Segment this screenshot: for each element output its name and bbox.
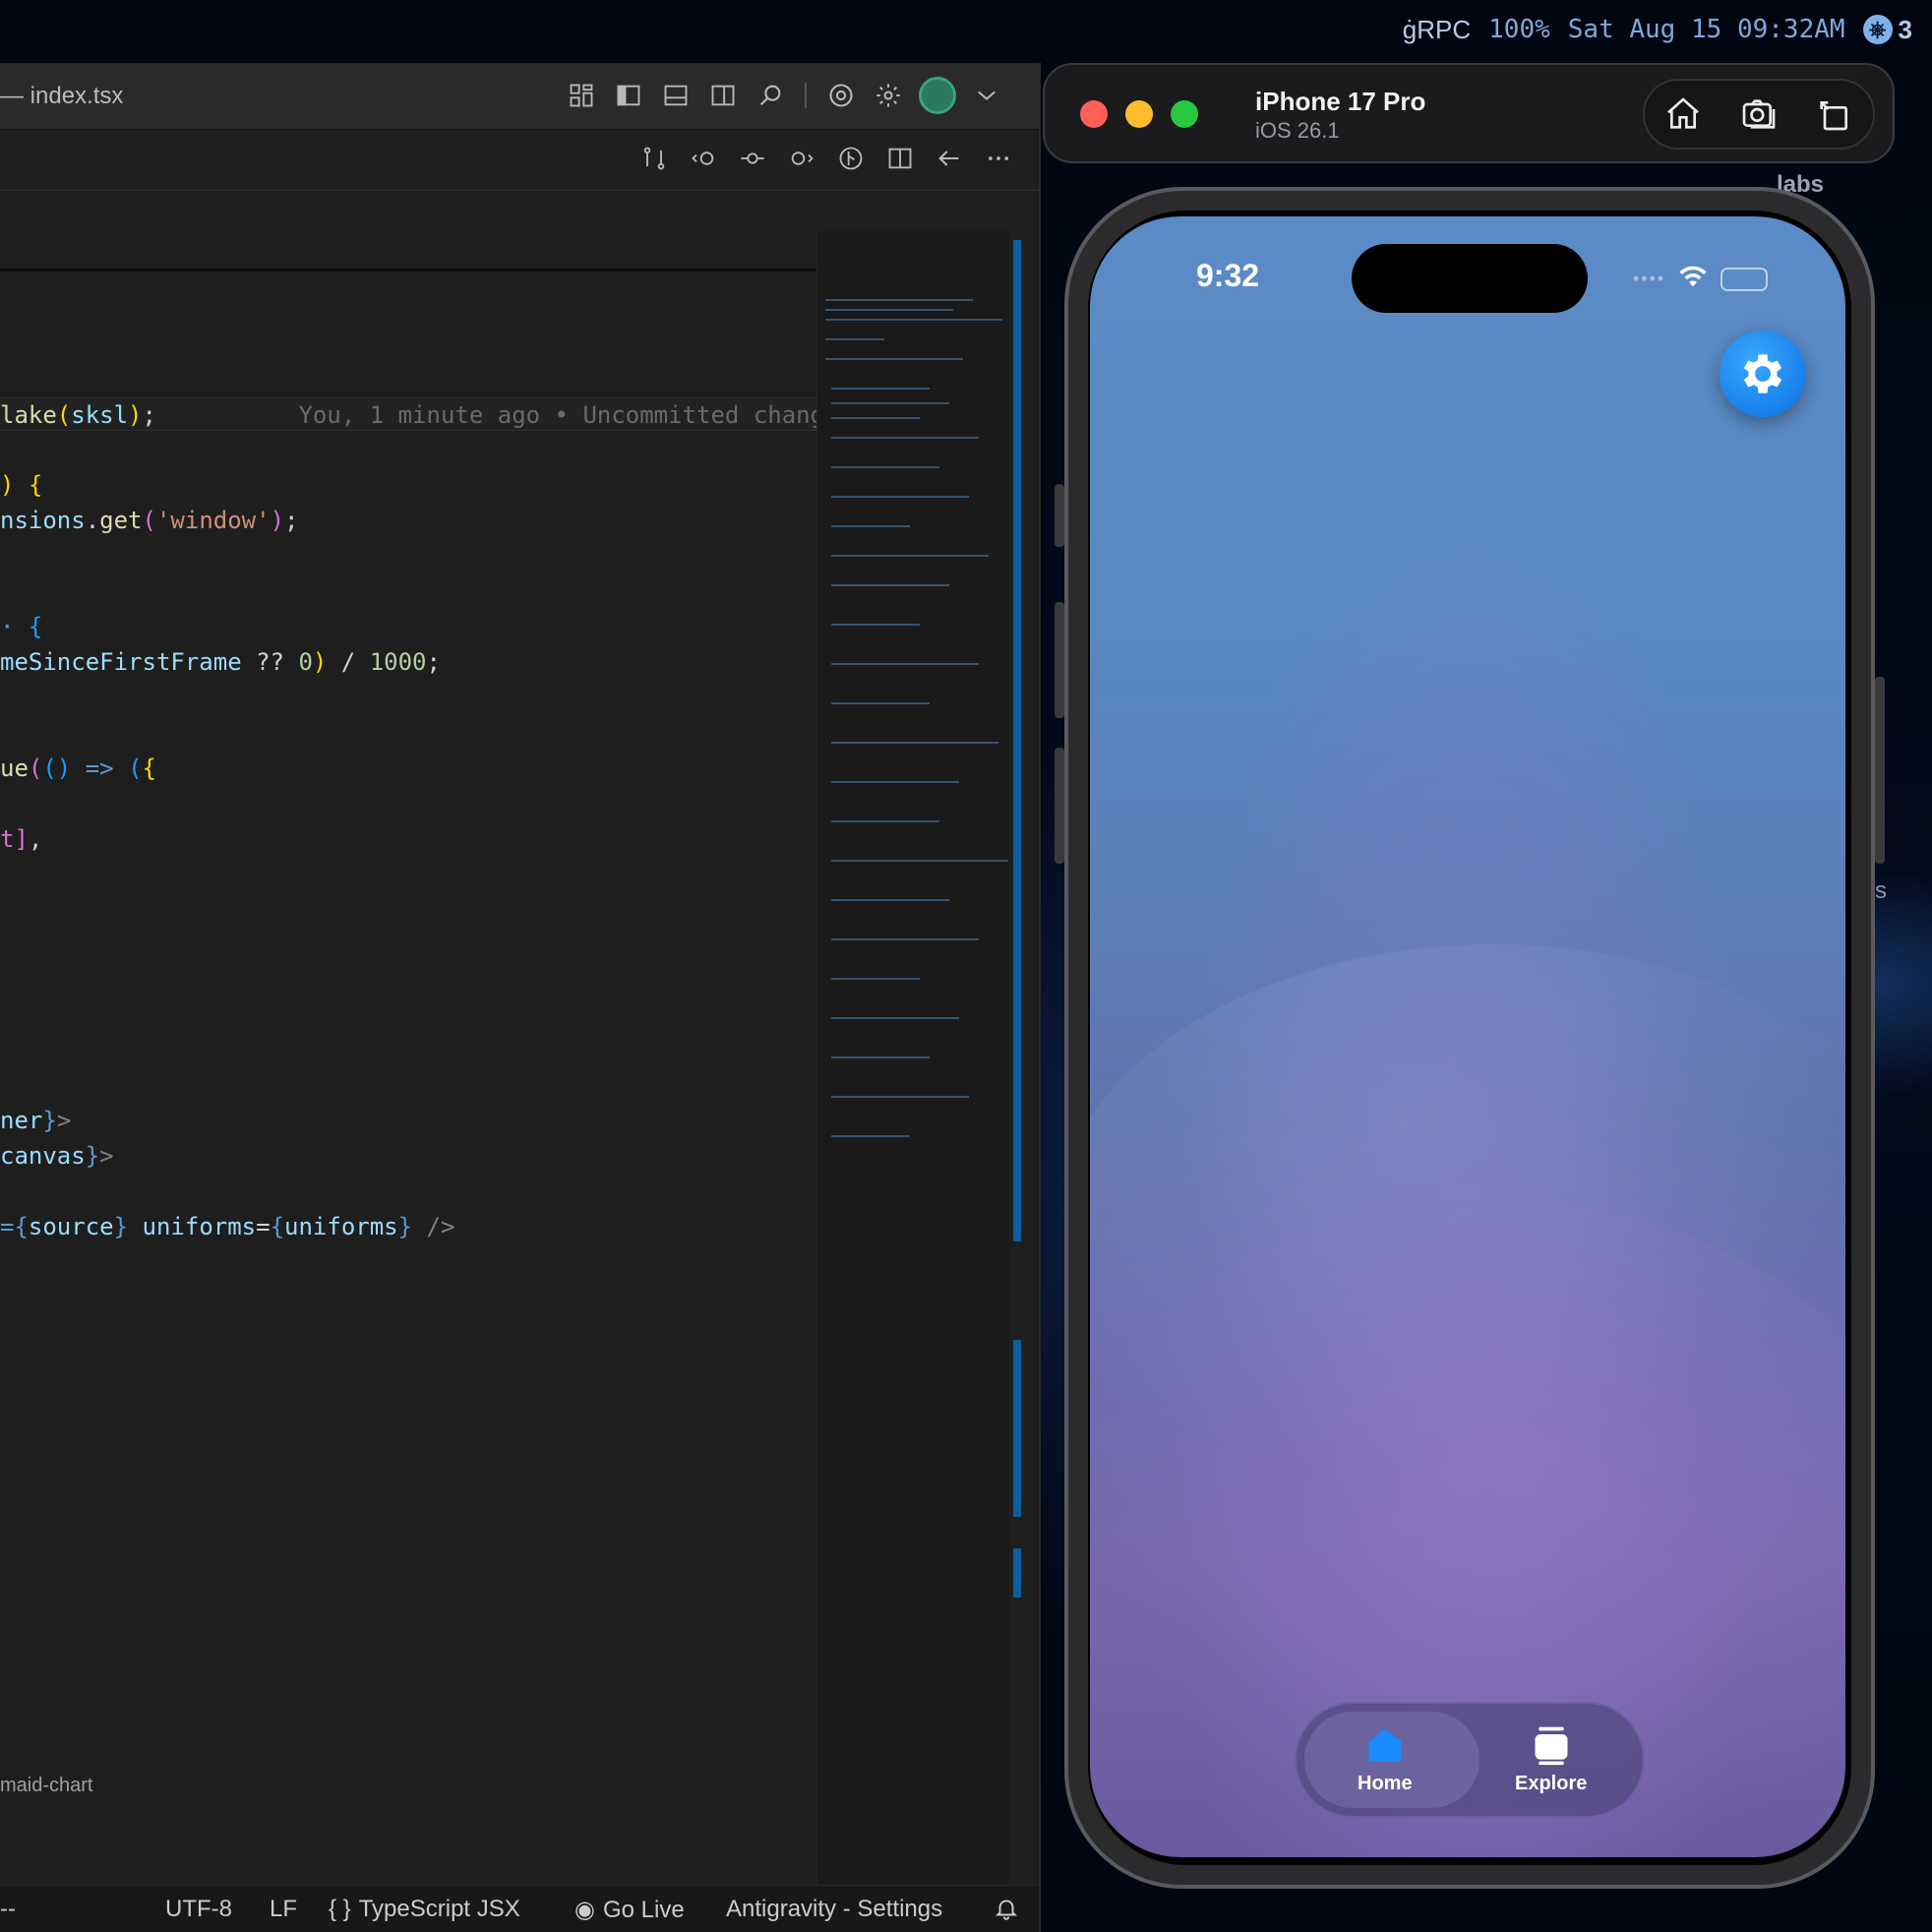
- zoom-window-button[interactable]: [1171, 100, 1198, 128]
- volume-down-button[interactable]: [1055, 748, 1064, 864]
- search-icon[interactable]: [754, 79, 787, 112]
- phone-status-icons: ••••: [1633, 264, 1769, 294]
- editor-titlebar: — index.tsx: [0, 63, 1039, 130]
- device-name: iPhone 17 Pro: [1255, 87, 1426, 116]
- editor-actions: [637, 142, 1015, 175]
- code-line[interactable]: meSinceFirstFrame ?? 0) / 1000;: [0, 645, 441, 679]
- code-line[interactable]: t],: [0, 822, 42, 856]
- workspace-number: 3: [1898, 14, 1912, 44]
- toggle-sidebar-icon[interactable]: [612, 79, 645, 112]
- go-live-label: Go Live: [602, 1896, 685, 1923]
- house-icon: [1368, 1728, 1402, 1762]
- editor-tab-bar: [0, 130, 1039, 191]
- code-line[interactable]: canvas}>: [0, 1139, 114, 1173]
- code-line[interactable]: · {: [0, 610, 42, 643]
- tab-home-label: Home: [1358, 1773, 1413, 1794]
- layout-icon[interactable]: [565, 79, 598, 112]
- code-line[interactable]: lake(sksl); You, 1 minute ago • Uncommit…: [0, 397, 853, 431]
- antigravity-settings[interactable]: Antigravity - Settings: [726, 1896, 942, 1923]
- tab-bar: Home Explore: [1295, 1702, 1645, 1818]
- toggle-secondary-sidebar-icon[interactable]: [706, 79, 740, 112]
- status-eol[interactable]: LF: [270, 1896, 297, 1923]
- minimize-window-button[interactable]: [1125, 100, 1153, 128]
- code-line[interactable]: ={source} uniforms={uniforms} />: [0, 1210, 454, 1243]
- screenshot-icon[interactable]: [1737, 92, 1781, 136]
- editor-breadcrumb-area: [0, 191, 816, 272]
- hover-label: maid-chart: [0, 1775, 93, 1796]
- chevron-down-icon[interactable]: [970, 79, 1003, 112]
- gear-icon[interactable]: [872, 79, 905, 112]
- editor-scrollbar[interactable]: [1013, 240, 1023, 1598]
- battery-percent[interactable]: 100%: [1488, 15, 1550, 44]
- phone-screen[interactable]: [1090, 216, 1845, 1857]
- commit-icon[interactable]: [736, 142, 769, 175]
- language-label: TypeScript JSX: [358, 1896, 520, 1922]
- cellular-icon: ••••: [1633, 269, 1666, 288]
- rotate-icon[interactable]: [1813, 92, 1856, 136]
- phone-clock: 9:32: [1196, 258, 1260, 293]
- menu-clock[interactable]: Sat Aug 15 09:32AM: [1568, 15, 1845, 44]
- broadcast-icon: ◉: [574, 1897, 595, 1923]
- previous-change-icon[interactable]: [687, 142, 720, 175]
- side-button[interactable]: [1875, 677, 1885, 864]
- gear-icon: [1743, 354, 1782, 393]
- go-live-button[interactable]: ◉ Go Live: [574, 1896, 685, 1924]
- cards-icon: [1535, 1726, 1568, 1766]
- code-line[interactable]: ner}>: [0, 1104, 71, 1137]
- simulator-toolbar: iPhone 17 Pro iOS 26.1: [1043, 63, 1895, 163]
- battery-icon: [1721, 267, 1769, 291]
- workspace-indicator[interactable]: ⎈ 3: [1862, 14, 1912, 45]
- braces-icon: { }: [329, 1896, 351, 1922]
- status-encoding[interactable]: UTF-8: [165, 1896, 232, 1923]
- grpc-status[interactable]: ġRPC: [1403, 15, 1471, 45]
- settings-button[interactable]: [1720, 331, 1806, 417]
- code-area[interactable]: lake(sksl); You, 1 minute ago • Uncommit…: [0, 273, 853, 1932]
- home-icon[interactable]: [1661, 92, 1705, 136]
- simulator-actions: [1643, 79, 1875, 150]
- menu-bar: ġRPC 100% Sat Aug 15 09:32AM ⎈ 3: [1403, 8, 1912, 51]
- back-arrow-icon[interactable]: [933, 142, 966, 175]
- code-line[interactable]: ue(() => ({: [0, 752, 156, 785]
- more-icon[interactable]: [982, 142, 1015, 175]
- code-line[interactable]: nsions.get('window');: [0, 504, 298, 537]
- compare-changes-icon[interactable]: [637, 142, 671, 175]
- tab-home[interactable]: Home: [1358, 1723, 1413, 1795]
- wifi-icon: [1677, 264, 1709, 294]
- bell-icon[interactable]: [994, 1896, 1019, 1921]
- titlebar-actions: [565, 77, 1003, 114]
- tab-explore-label: Explore: [1515, 1773, 1588, 1794]
- status-left[interactable]: --: [0, 1896, 16, 1923]
- close-window-button[interactable]: [1080, 100, 1108, 128]
- os-version: iOS 26.1: [1255, 118, 1340, 143]
- toolbar-divider: [805, 83, 807, 108]
- git-graph-icon[interactable]: [834, 142, 868, 175]
- account-avatar[interactable]: [919, 77, 956, 114]
- action-button[interactable]: [1055, 484, 1064, 547]
- browser-icon[interactable]: [824, 79, 858, 112]
- volume-up-button[interactable]: [1055, 602, 1064, 718]
- tab-explore[interactable]: Explore: [1515, 1723, 1587, 1795]
- status-language[interactable]: { } TypeScript JSX: [329, 1896, 520, 1923]
- toggle-panel-icon[interactable]: [659, 79, 693, 112]
- next-change-icon[interactable]: [785, 142, 818, 175]
- status-bar: -- UTF-8 LF { } TypeScript JSX ◉ Go Live…: [0, 1885, 1039, 1932]
- window-title: — index.tsx: [0, 83, 124, 109]
- git-blame-annotation: You, 1 minute ago • Uncommitted changes: [298, 401, 853, 429]
- desktop-edge-text: s: [1875, 877, 1887, 904]
- minimap[interactable]: [816, 230, 1009, 1932]
- dynamic-island: [1352, 244, 1588, 313]
- code-line[interactable]: ) {: [0, 468, 42, 502]
- helm-icon: ⎈: [1862, 15, 1893, 44]
- code-editor-window: — index.tsx lake(sksl); You, 1 minute ag…: [0, 63, 1041, 1932]
- split-editor-icon[interactable]: [883, 142, 917, 175]
